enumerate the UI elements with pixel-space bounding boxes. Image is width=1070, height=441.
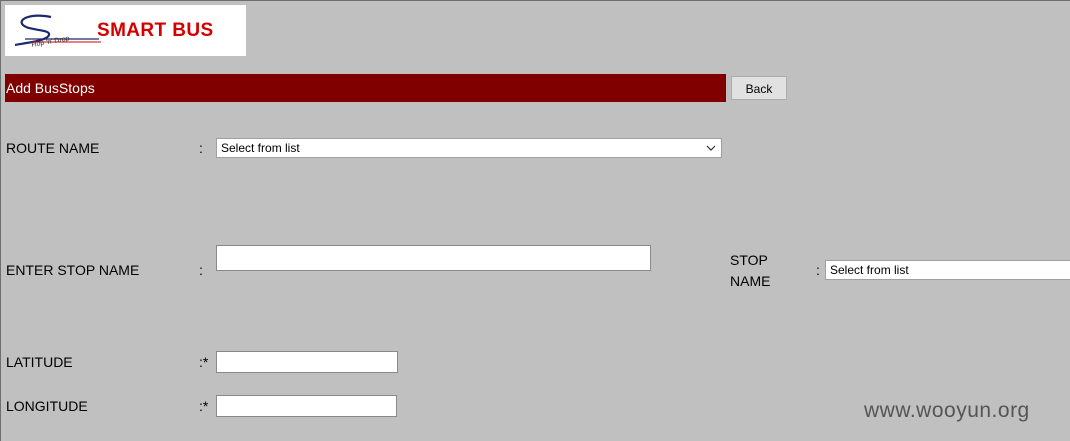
latitude-input[interactable] (216, 351, 398, 373)
enter-stop-name-label: ENTER STOP NAME (6, 262, 140, 278)
route-name-label: ROUTE NAME (6, 140, 100, 156)
page-title-bar: Add BusStops (5, 74, 726, 102)
longitude-input[interactable] (216, 395, 397, 417)
longitude-colon: :* (199, 398, 209, 414)
longitude-label: LONGITUDE (6, 398, 88, 414)
route-name-colon: : (199, 140, 203, 156)
route-name-select[interactable]: Select from list (216, 138, 722, 158)
stop-name-selected-value: Select from list (830, 263, 909, 277)
chevron-down-icon (706, 145, 716, 151)
back-button[interactable]: Back (731, 76, 787, 100)
latitude-colon: :* (199, 354, 209, 370)
logo-brand-text: SMART BUS (97, 20, 214, 41)
smart-bus-logo: SMART BUS Hop 'n' Drop (5, 5, 246, 56)
watermark: www.wooyun.org (864, 399, 1030, 422)
route-name-selected-value: Select from list (221, 141, 300, 155)
stop-name-select[interactable]: Select from list (825, 260, 1070, 280)
page-title: Add BusStops (6, 80, 95, 96)
stop-name-label-line2: NAME (730, 273, 771, 289)
enter-stop-name-colon: : (199, 262, 203, 278)
stop-name-label: STOP NAME (730, 250, 770, 292)
bus-swoosh-icon (14, 14, 101, 47)
latitude-label: LATITUDE (6, 354, 73, 370)
stop-name-colon: : (816, 262, 820, 278)
stop-name-label-line1: STOP (730, 252, 768, 268)
stop-name-input[interactable] (216, 245, 651, 271)
